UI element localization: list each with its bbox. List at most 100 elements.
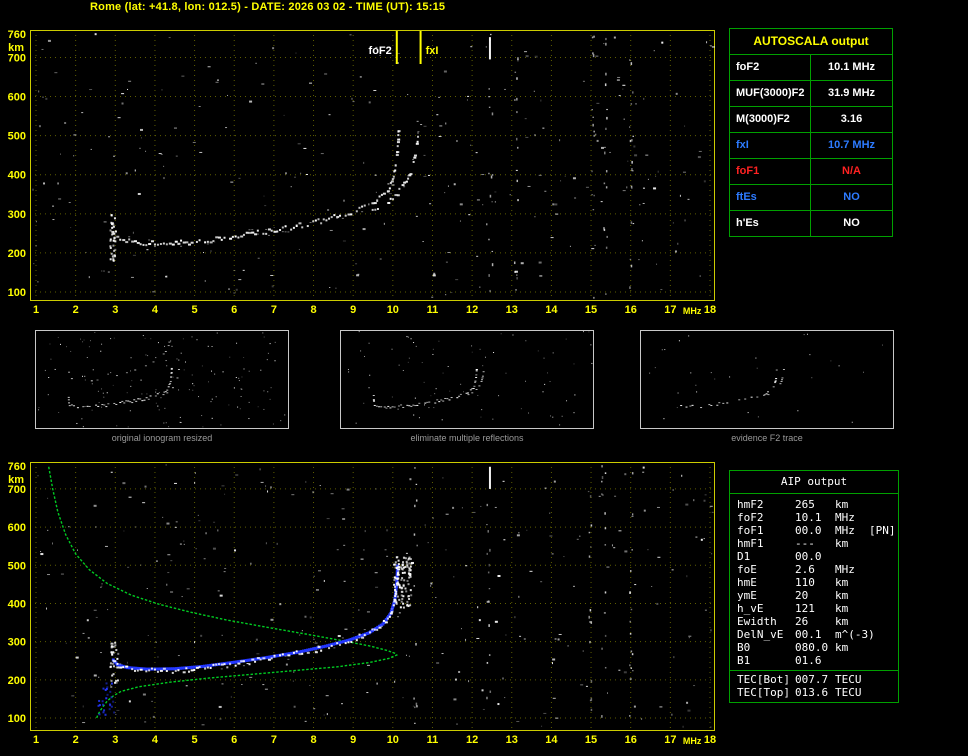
autoscala-param-value: 10.1 MHz xyxy=(827,61,876,73)
aip-row-b1: B1 01.6 xyxy=(730,654,898,667)
svg-text:11: 11 xyxy=(427,734,439,746)
svg-text:4: 4 xyxy=(152,304,159,316)
aip-param: ymE xyxy=(737,589,757,602)
aip-unit: MHz xyxy=(835,563,855,576)
aip-row-yme: ymE 20 km xyxy=(730,589,898,602)
aip-tec-separator xyxy=(730,670,898,671)
aip-unit xyxy=(835,654,869,667)
aip-tec-row-tec-top: TEC[Top] 013.6 TECU xyxy=(730,686,898,699)
aip-row-d1: D1 00.0 xyxy=(730,550,898,563)
svg-text:foF2: foF2 xyxy=(369,45,392,57)
aip-value: 121 xyxy=(795,602,815,615)
aip-param: Ewidth xyxy=(737,615,777,628)
aip-row-fof2: foF2 10.1 MHz xyxy=(730,511,898,524)
aip-param: B1 xyxy=(737,654,751,667)
aip-value: 007.7 xyxy=(795,673,829,686)
aip-unit: MHz xyxy=(835,524,855,537)
svg-text:2: 2 xyxy=(73,734,79,746)
aip-value: 013.6 xyxy=(795,686,829,699)
aip-row-fof1: foF1 00.0 MHz [PN] xyxy=(730,524,898,537)
bottom-ionogram-plot: 100200300400500600700760km1 2 3 4 5 6 7 8 9 10 11 1… xyxy=(8,461,716,746)
svg-text:17: 17 xyxy=(664,304,676,316)
svg-text:9: 9 xyxy=(350,734,356,746)
svg-text:3: 3 xyxy=(112,304,118,316)
aip-unit: m^(-3) xyxy=(835,628,875,641)
aip-param: TEC[Top] xyxy=(737,686,790,699)
thumbnail-eliminate-reflections xyxy=(340,330,594,429)
aip-param: hmF1 xyxy=(737,537,764,550)
autoscala-param-label: foF2 xyxy=(730,55,811,80)
aip-row-deln-ve: DelN_vE 00.1 m^(-3) xyxy=(730,628,898,641)
aip-value: 00.0 xyxy=(795,550,822,563)
aip-param: h_vE xyxy=(737,602,764,615)
svg-text:300: 300 xyxy=(8,209,26,221)
aip-param: foF2 xyxy=(737,511,764,524)
svg-text:700: 700 xyxy=(8,52,26,64)
svg-text:1: 1 xyxy=(33,734,39,746)
aip-extra xyxy=(869,576,898,589)
autoscala-row-muf-3000-f2: MUF(3000)F2 31.9 MHz xyxy=(730,81,892,107)
aip-extra xyxy=(869,511,898,524)
svg-text:500: 500 xyxy=(8,560,26,572)
aip-value: 00.1 xyxy=(795,628,822,641)
svg-text:9: 9 xyxy=(350,304,356,316)
svg-text:8: 8 xyxy=(310,734,316,746)
thumbnail-original-ionogram xyxy=(35,330,289,429)
svg-text:400: 400 xyxy=(8,598,26,610)
svg-text:15: 15 xyxy=(585,304,597,316)
aip-unit: TECU xyxy=(835,686,862,699)
svg-text:400: 400 xyxy=(8,170,26,182)
aip-unit: km xyxy=(835,615,849,628)
svg-text:14: 14 xyxy=(545,304,558,316)
svg-text:11: 11 xyxy=(427,304,439,316)
aip-extra xyxy=(869,615,898,628)
autoscala-param-value: NO xyxy=(843,217,860,229)
aip-row-foe: foE 2.6 MHz xyxy=(730,563,898,576)
autoscala-param-label: MUF(3000)F2 xyxy=(730,81,811,106)
svg-text:17: 17 xyxy=(664,734,676,746)
aip-value: 26 xyxy=(795,615,809,628)
aip-extra xyxy=(869,563,898,576)
aip-row-hmf1: hmF1 --- km xyxy=(730,537,898,550)
autoscala-row-ftes: ftEs NO xyxy=(730,185,892,211)
aip-value: 080.0 xyxy=(795,641,829,654)
svg-text:1: 1 xyxy=(33,304,39,316)
autoscala-param-label: foF1 xyxy=(730,159,811,184)
aip-extra: [PN] xyxy=(869,524,896,537)
autoscala-param-label: ftEs xyxy=(730,185,811,210)
autoscala-row-m-3000-f2: M(3000)F2 3.16 xyxy=(730,107,892,133)
autoscala-param-label: fxI xyxy=(730,133,811,158)
aip-unit: km xyxy=(835,576,849,589)
svg-text:14: 14 xyxy=(545,734,558,746)
aip-tec-row-tec-bot: TEC[Bot] 007.7 TECU xyxy=(730,673,898,686)
autoscala-param-value: 31.9 MHz xyxy=(827,87,876,99)
top-ionogram-plot: 100200300400500600700760km1 2 3 4 5 6 7 8 9 10 11 1… xyxy=(8,29,716,316)
svg-text:760: 760 xyxy=(8,29,26,41)
aip-param: foF1 xyxy=(737,524,764,537)
svg-text:5: 5 xyxy=(192,734,198,746)
aip-param: hmE xyxy=(737,576,757,589)
svg-text:300: 300 xyxy=(8,637,26,649)
aip-output-table: AIP output hmF2 265 km foF2 10.1 MHz foF1 00.0 M… xyxy=(729,470,899,703)
aip-extra xyxy=(869,589,898,602)
aip-row-ewidth: Ewidth 26 km xyxy=(730,615,898,628)
aip-unit: km xyxy=(835,537,849,550)
svg-text:MHz: MHz xyxy=(683,736,702,746)
aip-unit: km xyxy=(835,498,849,511)
aip-unit: MHz xyxy=(835,511,855,524)
aip-value: 2.6 xyxy=(795,563,815,576)
autoscala-app-window: Rome (lat: +41.8, lon: 012.5) - DATE: 20… xyxy=(0,0,968,755)
aip-param: foE xyxy=(737,563,757,576)
svg-text:600: 600 xyxy=(8,92,26,104)
aip-unit: km xyxy=(835,602,849,615)
aip-extra xyxy=(869,602,898,615)
svg-text:10: 10 xyxy=(387,304,399,316)
svg-text:760: 760 xyxy=(8,461,26,473)
aip-value: --- xyxy=(795,537,815,550)
svg-text:200: 200 xyxy=(8,248,26,260)
svg-text:km: km xyxy=(8,42,24,54)
svg-text:12: 12 xyxy=(466,304,478,316)
autoscala-table-title: AUTOSCALA output xyxy=(730,29,892,55)
aip-value: 10.1 xyxy=(795,511,822,524)
thumbnail-evidence-f2-trace xyxy=(640,330,894,429)
